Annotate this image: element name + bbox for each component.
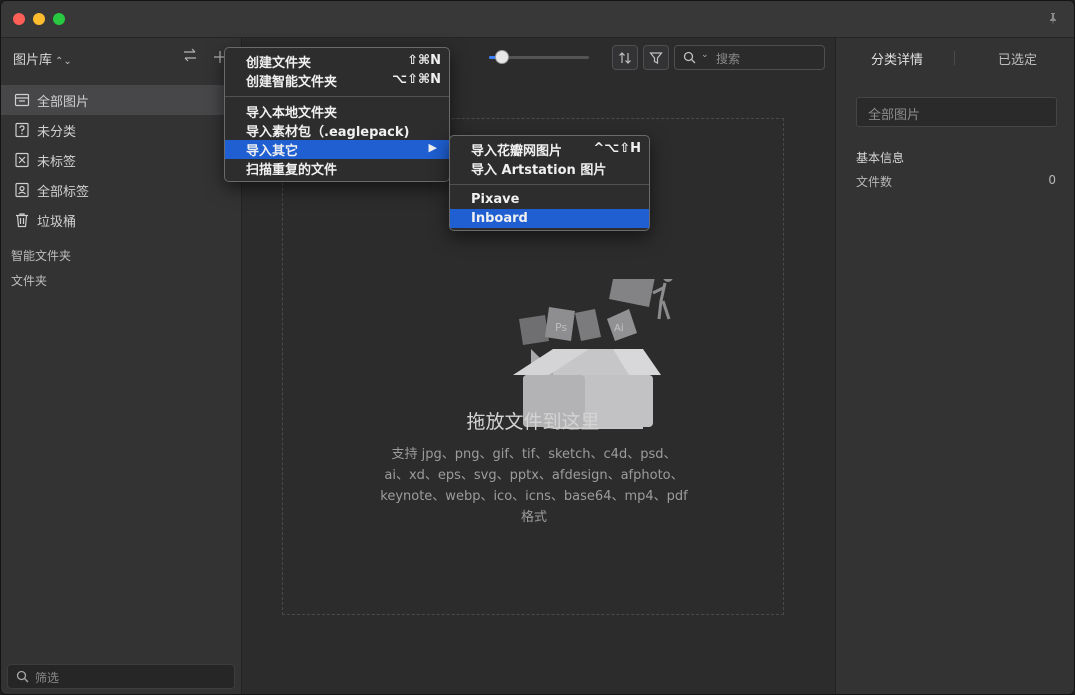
supported-formats-line: keynote、webp、ico、icns、base64、mp4、pdf xyxy=(380,489,688,504)
menu-item-pixave[interactable]: Pixave xyxy=(450,190,649,209)
inspector-tabs: 分类详情 已选定 xyxy=(836,38,1074,78)
menu-item-label: Pixave xyxy=(471,192,520,207)
menu-item-import-eaglepack[interactable]: 导入素材包（.eaglepack) xyxy=(225,121,449,140)
sidebar-item-label: 全部标签 xyxy=(37,184,90,200)
filter-input[interactable]: 筛选 xyxy=(7,664,235,689)
sidebar-item-label: 未分类 xyxy=(37,124,77,140)
sidebar-nav: 全部图片 未分类 未标签 全部标签 垃圾桶 xyxy=(1,85,241,235)
title-bar xyxy=(1,1,1074,38)
file-count-label: 文件数 xyxy=(856,175,893,189)
sidebar-item-uncategorized[interactable]: 未分类 xyxy=(1,115,241,145)
sidebar-item-all-images[interactable]: 全部图片 xyxy=(1,85,241,115)
menu-item-label: 创建智能文件夹 xyxy=(246,75,338,90)
import-other-submenu: 导入花瓣网图片 ^⌥⇧H 导入 Artstation 图片 Pixave Inb… xyxy=(449,135,650,231)
chevron-updown-icon: ⌃⌄ xyxy=(55,56,72,67)
sidebar-item-label: 未标签 xyxy=(37,154,77,170)
app-window: 图片库 ⌃⌄ 全部图片 未分类 未标签 全部标签 垃圾桶 智能文件夹 文件夹 筛… xyxy=(0,0,1075,695)
menu-item-scan-duplicates[interactable]: 扫描重复的文件 xyxy=(225,159,449,178)
close-window-button[interactable] xyxy=(13,13,25,25)
question-icon xyxy=(14,122,30,138)
sort-button[interactable] xyxy=(612,45,638,70)
menu-item-import-other[interactable]: 导入其它 ▶ xyxy=(225,140,449,159)
supported-formats-line: 支持 jpg、png、gif、tif、sketch、c4d、psd、 xyxy=(391,447,677,462)
inspector-panel: 分类详情 已选定 全部图片 基本信息 文件数 0 xyxy=(835,38,1074,694)
pin-icon[interactable] xyxy=(1046,12,1060,26)
menu-item-inboard[interactable]: Inboard xyxy=(450,209,649,228)
folders-section-label[interactable]: 文件夹 xyxy=(11,272,47,289)
file-count-value: 0 xyxy=(1048,173,1056,187)
menu-item-import-huaban[interactable]: 导入花瓣网图片 ^⌥⇧H xyxy=(450,140,649,159)
sidebar: 图片库 ⌃⌄ 全部图片 未分类 未标签 全部标签 垃圾桶 智能文件夹 文件夹 筛… xyxy=(1,38,242,694)
tags-icon xyxy=(14,182,30,198)
menu-item-label: 扫描重复的文件 xyxy=(246,163,338,178)
tab-category-details[interactable]: 分类详情 xyxy=(871,49,923,68)
menu-item-create-smart-folder[interactable]: 创建智能文件夹 ⌥⇧⌘N xyxy=(225,71,449,90)
menu-item-label: 导入其它 xyxy=(246,144,299,159)
swap-icon[interactable] xyxy=(183,48,197,66)
zoom-slider-thumb[interactable] xyxy=(495,50,509,64)
trash-icon xyxy=(14,212,30,228)
drop-zone-subtitle: 支持 jpg、png、gif、tif、sketch、c4d、psd、 ai、xd… xyxy=(369,444,699,528)
library-title: 图片库 xyxy=(13,53,53,68)
submenu-arrow-icon: ▶ xyxy=(428,141,437,154)
tag-off-icon xyxy=(14,152,30,168)
tab-selected[interactable]: 已选定 xyxy=(998,49,1037,68)
menu-item-import-local-folder[interactable]: 导入本地文件夹 xyxy=(225,102,449,121)
sort-icon xyxy=(619,51,631,64)
category-name-value: 全部图片 xyxy=(868,108,921,123)
menu-item-label: 导入本地文件夹 xyxy=(246,106,338,121)
sidebar-item-label: 全部图片 xyxy=(37,94,90,110)
library-switcher[interactable]: 图片库 ⌃⌄ xyxy=(13,49,72,68)
basic-info-title: 基本信息 xyxy=(856,151,905,165)
menu-item-shortcut: ⌥⇧⌘N xyxy=(392,72,441,87)
filter-button[interactable] xyxy=(643,45,669,70)
menu-item-label: Inboard xyxy=(471,211,528,226)
search-icon xyxy=(16,670,29,683)
filter-placeholder: 筛选 xyxy=(35,671,60,685)
menu-item-label: 导入 Artstation 图片 xyxy=(471,163,607,178)
search-input[interactable]: ⌄ 搜索 xyxy=(674,45,825,70)
supported-formats-line: 格式 xyxy=(520,510,547,525)
sidebar-item-untagged[interactable]: 未标签 xyxy=(1,145,241,175)
menu-item-shortcut: ⇧⌘N xyxy=(407,53,441,68)
menu-item-label: 导入花瓣网图片 xyxy=(471,144,563,159)
drop-zone-title: 拖放文件到这里 xyxy=(466,411,600,433)
inbox-icon xyxy=(14,92,30,108)
search-placeholder: 搜索 xyxy=(716,52,741,66)
sidebar-item-trash[interactable]: 垃圾桶 xyxy=(1,205,241,235)
maximize-window-button[interactable] xyxy=(53,13,65,25)
svg-text:Ai: Ai xyxy=(614,323,624,334)
library-header: 图片库 ⌃⌄ xyxy=(1,38,241,78)
funnel-icon xyxy=(649,51,663,64)
menu-item-label: 导入素材包（.eaglepack) xyxy=(246,125,410,140)
menu-item-import-artstation[interactable]: 导入 Artstation 图片 xyxy=(450,159,649,178)
tab-divider xyxy=(954,51,955,65)
menu-item-label: 创建文件夹 xyxy=(246,56,312,71)
smart-folders-section-label[interactable]: 智能文件夹 xyxy=(11,247,71,264)
minimize-window-button[interactable] xyxy=(33,13,45,25)
menu-item-shortcut: ^⌥⇧H xyxy=(593,141,641,156)
svg-text:Ps: Ps xyxy=(555,321,567,334)
add-context-menu: 创建文件夹 ⇧⌘N 创建智能文件夹 ⌥⇧⌘N 导入本地文件夹 导入素材包（.ea… xyxy=(224,47,450,182)
chevron-down-icon[interactable]: ⌄ xyxy=(701,50,709,60)
menu-item-create-folder[interactable]: 创建文件夹 ⇧⌘N xyxy=(225,52,449,71)
sidebar-item-label: 垃圾桶 xyxy=(37,214,77,230)
supported-formats-line: ai、xd、eps、svg、pptx、afdesign、afphoto、 xyxy=(384,468,684,483)
category-name-field[interactable]: 全部图片 xyxy=(856,97,1057,127)
menu-separator xyxy=(450,184,649,185)
search-icon xyxy=(683,51,696,64)
sidebar-item-all-tags[interactable]: 全部标签 xyxy=(1,175,241,205)
menu-separator xyxy=(225,96,449,97)
